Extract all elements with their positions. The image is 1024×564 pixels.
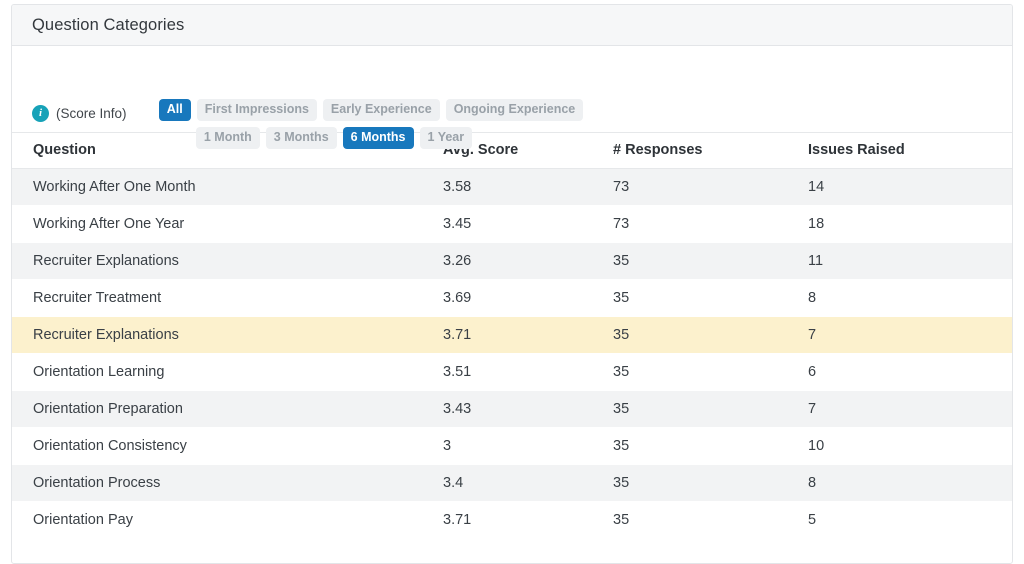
table-row[interactable]: Orientation Consistency 3 35 10 [12, 427, 1012, 465]
table-row[interactable]: Working After One Month 3.58 73 14 [12, 168, 1012, 206]
table-row[interactable]: Working After One Year 3.45 73 18 [12, 205, 1012, 243]
cell-question: Orientation Preparation [12, 390, 443, 428]
cell-question: Recruiter Treatment [12, 279, 443, 317]
filter-pill-period-0[interactable]: 1 Month [195, 127, 260, 149]
question-categories-panel: Question Categories i (Score Info) All Fi… [11, 4, 1013, 564]
cell-responses: 35 [613, 242, 808, 280]
cell-issues: 14 [808, 168, 1012, 206]
period-filter-row: 1 Month 3 Months 6 Months 1 Year [12, 127, 1012, 149]
cell-avg-score: 3.51 [443, 353, 613, 391]
filter-pill-period-3[interactable]: 1 Year [419, 127, 473, 149]
filter-pill-category-2[interactable]: Early Experience [322, 99, 440, 121]
cell-issues: 7 [808, 390, 1012, 428]
table-row[interactable]: Orientation Learning 3.51 35 6 [12, 353, 1012, 391]
cell-issues: 5 [808, 501, 1012, 539]
question-categories-table: Question Avg. Score # Responses Issues R… [12, 132, 1012, 539]
cell-responses: 35 [613, 353, 808, 391]
panel-header: Question Categories [12, 5, 1012, 46]
page-title: Question Categories [32, 15, 185, 34]
cell-question: Working After One Month [12, 168, 443, 206]
cell-issues: 6 [808, 353, 1012, 391]
cell-issues: 11 [808, 242, 1012, 280]
cell-question: Orientation Pay [12, 501, 443, 539]
cell-avg-score: 3.69 [443, 279, 613, 317]
category-filter-row: All First Impressions Early Experience Ongo… [12, 99, 1012, 121]
table-body: Working After One Month 3.58 73 14 Working A… [12, 168, 1012, 539]
cell-responses: 73 [613, 168, 808, 206]
cell-issues: 8 [808, 464, 1012, 502]
cell-issues: 7 [808, 316, 1012, 354]
filter-pill-category-3[interactable]: Ongoing Experience [445, 99, 584, 121]
cell-avg-score: 3 [443, 427, 613, 465]
cell-avg-score: 3.45 [443, 205, 613, 243]
table-row[interactable]: Orientation Pay 3.71 35 5 [12, 501, 1012, 539]
filter-pill-period-1[interactable]: 3 Months [265, 127, 337, 149]
cell-responses: 35 [613, 501, 808, 539]
cell-question: Orientation Process [12, 464, 443, 502]
cell-avg-score: 3.4 [443, 464, 613, 502]
cell-responses: 73 [613, 205, 808, 243]
cell-question: Recruiter Explanations [12, 242, 443, 280]
filter-pill-period-2[interactable]: 6 Months [342, 127, 414, 149]
cell-avg-score: 3.71 [443, 316, 613, 354]
cell-question: Orientation Learning [12, 353, 443, 391]
cell-responses: 35 [613, 464, 808, 502]
table-row[interactable]: Orientation Preparation 3.43 35 7 [12, 390, 1012, 428]
cell-avg-score: 3.58 [443, 168, 613, 206]
cell-avg-score: 3.26 [443, 242, 613, 280]
table-row[interactable]: Orientation Process 3.4 35 8 [12, 464, 1012, 502]
cell-avg-score: 3.71 [443, 501, 613, 539]
cell-issues: 18 [808, 205, 1012, 243]
table-row[interactable]: Recruiter Treatment 3.69 35 8 [12, 279, 1012, 317]
cell-question: Orientation Consistency [12, 427, 443, 465]
panel-body: i (Score Info) All First Impressions Early… [12, 46, 1012, 539]
cell-responses: 35 [613, 390, 808, 428]
cell-responses: 35 [613, 427, 808, 465]
filter-pill-rows: All First Impressions Early Experience Ongo… [12, 99, 1012, 155]
cell-responses: 35 [613, 279, 808, 317]
filter-pill-category-1[interactable]: First Impressions [196, 99, 317, 121]
table-row[interactable]: Recruiter Explanations 3.26 35 11 [12, 242, 1012, 280]
filter-pill-category-0[interactable]: All [158, 99, 191, 121]
cell-question: Recruiter Explanations [12, 316, 443, 354]
table-row[interactable]: Recruiter Explanations 3.71 35 7 [12, 316, 1012, 354]
cell-issues: 8 [808, 279, 1012, 317]
cell-avg-score: 3.43 [443, 390, 613, 428]
filter-controls: i (Score Info) All First Impressions Early… [12, 46, 1012, 149]
cell-responses: 35 [613, 316, 808, 354]
cell-issues: 10 [808, 427, 1012, 465]
cell-question: Working After One Year [12, 205, 443, 243]
